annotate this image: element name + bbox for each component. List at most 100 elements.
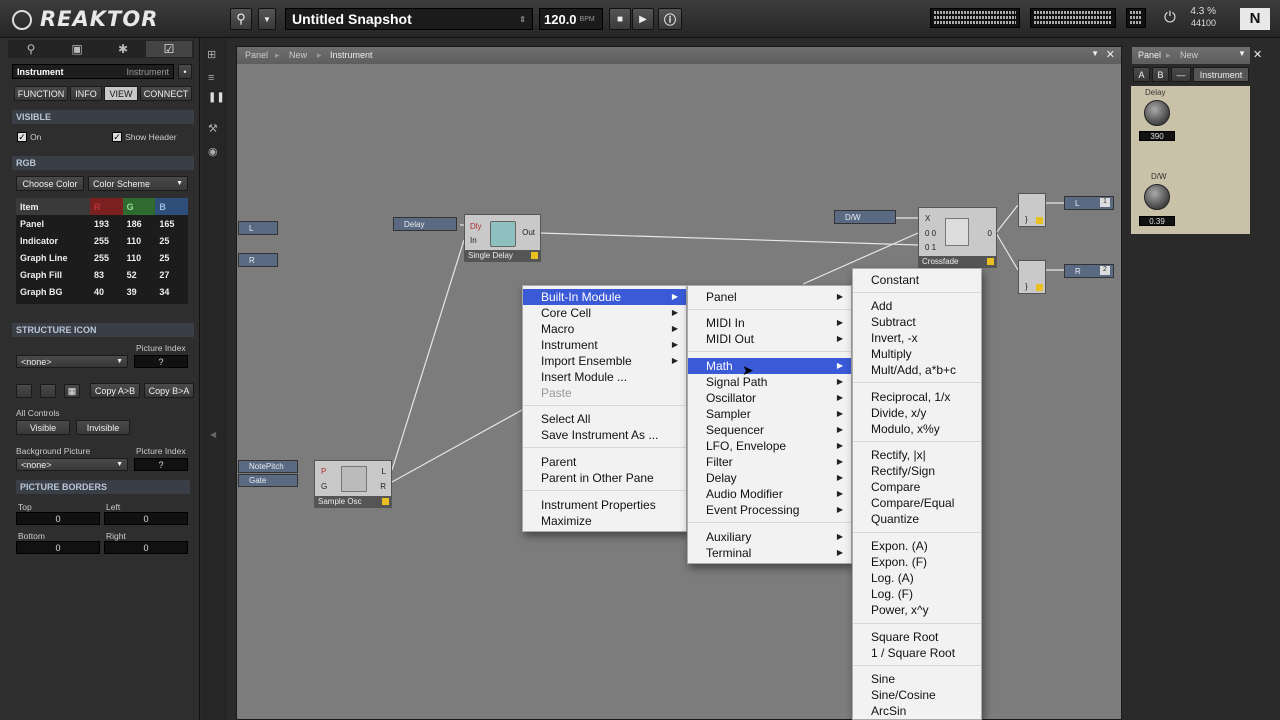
menu-item-expon-f[interactable]: Expon. (F) (853, 554, 981, 570)
submenu-arrow-icon: ▶ (836, 505, 843, 514)
menu-item-core-cell[interactable]: Core Cell ▶ (523, 305, 686, 321)
menu-item-label: Divide, x/y (871, 406, 927, 420)
menu-item-add[interactable]: Add (853, 298, 981, 314)
dw-knob[interactable] (1144, 184, 1170, 210)
chevron-down-icon[interactable]: ▼ (1238, 49, 1246, 58)
menu-item-lfo-envelope[interactable]: LFO, Envelope ▶ (688, 438, 851, 454)
menu-item-inverse-square-root[interactable]: 1 / Square Root (853, 645, 981, 661)
submenu-arrow-icon: ▶ (836, 457, 843, 466)
menu-item-compare-equal[interactable]: Compare/Equal (853, 495, 981, 511)
menu-item-terminal[interactable]: Terminal ▶ (688, 545, 851, 561)
submenu-arrow-icon: ▶ (836, 377, 843, 386)
menu-separator (853, 623, 981, 624)
menu-item-log-f[interactable]: Log. (F) (853, 586, 981, 602)
panel-close-icon[interactable]: ✕ (1253, 48, 1262, 61)
audio-in-l[interactable]: L (238, 221, 278, 235)
menu-item-constant[interactable]: Constant (853, 272, 981, 288)
panel-breadcrumb-panel[interactable]: Panel (1138, 50, 1161, 60)
menu-item-parent[interactable]: Parent (523, 454, 686, 470)
context-menu: Built-In Module ▶ Core Cell ▶ Macro ▶ Instr… (522, 285, 687, 532)
audio-voice-combiner-r[interactable]: } (1018, 260, 1046, 294)
panelset-a-button[interactable]: A (1133, 67, 1150, 82)
menu-item-audio-modifier[interactable]: Audio Modifier ▶ (688, 486, 851, 502)
menu-item-auxiliary[interactable]: Auxiliary ▶ (688, 529, 851, 545)
submenu-arrow-icon: ▶ (836, 334, 843, 343)
menu-separator (523, 405, 686, 406)
menu-item-log-a[interactable]: Log. (A) (853, 570, 981, 586)
menu-item-instrument[interactable]: Instrument ▶ (523, 337, 686, 353)
menu-item-label: Add (871, 299, 893, 313)
notepitch-module[interactable]: NotePitch (238, 460, 298, 473)
module-indicator (1036, 217, 1043, 224)
menu-item-macro[interactable]: Macro ▶ (523, 321, 686, 337)
menu-item-parent-other-pane[interactable]: Parent in Other Pane (523, 470, 686, 486)
panelset-b-button[interactable]: B (1152, 67, 1169, 82)
menu-item-instrument-properties[interactable]: Instrument Properties (523, 497, 686, 513)
instrument-header-button[interactable]: Instrument (1193, 67, 1249, 82)
port-label: NotePitch (249, 462, 284, 471)
crossfade-module[interactable]: X 0 0 0 1 0 Crossfade (918, 207, 997, 268)
menu-item-reciprocal[interactable]: Reciprocal, 1/x (853, 389, 981, 405)
combiner-symbol: } (1025, 215, 1028, 224)
panel-breadcrumb-new[interactable]: New (1180, 50, 1198, 60)
menu-item-modulo[interactable]: Modulo, x%y (853, 421, 981, 437)
sample-osc-module[interactable]: P G L R Sample Osc (314, 460, 392, 508)
menu-item-label: Audio Modifier (706, 487, 783, 501)
single-delay-module[interactable]: Dly In Out Single Delay (464, 214, 541, 262)
menu-item-select-all[interactable]: Select All (523, 411, 686, 427)
menu-item-rectify-sign[interactable]: Rectify/Sign (853, 463, 981, 479)
menu-item-multiply[interactable]: Multiply (853, 346, 981, 362)
menu-separator (853, 441, 981, 442)
audio-out-l[interactable]: L1 (1064, 196, 1114, 210)
audio-out-r[interactable]: R2 (1064, 264, 1114, 278)
port-label: R (1075, 266, 1081, 276)
menu-item-event-processing[interactable]: Event Processing ▶ (688, 502, 851, 518)
submenu-arrow-icon: ▶ (671, 292, 678, 301)
menu-item-power[interactable]: Power, x^y (853, 602, 981, 618)
menu-item-math[interactable]: Math ▶ (688, 358, 851, 374)
menu-item-midi-out[interactable]: MIDI Out ▶ (688, 331, 851, 347)
menu-item-quantize[interactable]: Quantize (853, 511, 981, 527)
menu-item-signal-path[interactable]: Signal Path ▶ (688, 374, 851, 390)
menu-item-import-ensemble[interactable]: Import Ensemble ▶ (523, 353, 686, 369)
menu-item-filter[interactable]: Filter ▶ (688, 454, 851, 470)
submenu-arrow-icon: ▶ (836, 548, 843, 557)
delay-knob[interactable] (1144, 100, 1170, 126)
menu-item-sequencer[interactable]: Sequencer ▶ (688, 422, 851, 438)
menu-item-compare[interactable]: Compare (853, 479, 981, 495)
menu-item-square-root[interactable]: Square Root (853, 629, 981, 645)
breadcrumb-separator: ▸ (1166, 50, 1171, 60)
menu-item-sine[interactable]: Sine (853, 671, 981, 687)
menu-item-arcsin[interactable]: ArcSin (853, 703, 981, 719)
menu-item-save-instrument-as[interactable]: Save Instrument As ... (523, 427, 686, 443)
menu-item-oscillator[interactable]: Oscillator ▶ (688, 390, 851, 406)
menu-item-midi-in[interactable]: MIDI In ▶ (688, 315, 851, 331)
menu-item-sine-cosine[interactable]: Sine/Cosine (853, 687, 981, 703)
menu-item-panel[interactable]: Panel ▶ (688, 289, 851, 305)
menu-item-label: Paste (541, 386, 572, 400)
menu-item-label: MIDI Out (706, 332, 755, 346)
panel-minimize-button[interactable]: — (1171, 67, 1191, 82)
menu-item-sampler[interactable]: Sampler ▶ (688, 406, 851, 422)
port-number: 1 (1100, 198, 1110, 207)
submenu-arrow-icon: ▶ (836, 473, 843, 482)
menu-item-subtract[interactable]: Subtract (853, 314, 981, 330)
menu-item-rectify[interactable]: Rectify, |x| (853, 447, 981, 463)
audio-voice-combiner-l[interactable]: } (1018, 193, 1046, 227)
audio-in-r[interactable]: R (238, 253, 278, 267)
port-label: Delay (404, 219, 425, 229)
menu-item-insert-module[interactable]: Insert Module ... (523, 369, 686, 385)
delay-knob-module[interactable]: Delay (393, 217, 457, 231)
builtin-module-submenu: Panel ▶ MIDI In ▶ MIDI Out ▶ Math ▶ Signal P… (687, 285, 852, 564)
port-number: 2 (1100, 266, 1110, 275)
menu-item-divide[interactable]: Divide, x/y (853, 405, 981, 421)
menu-item-invert[interactable]: Invert, -x (853, 330, 981, 346)
menu-item-delay[interactable]: Delay ▶ (688, 470, 851, 486)
gate-module[interactable]: Gate (238, 474, 298, 487)
menu-item-maximize[interactable]: Maximize (523, 513, 686, 529)
menu-item-built-in-module[interactable]: Built-In Module ▶ (523, 289, 686, 305)
dw-knob-module[interactable]: D/W (834, 210, 896, 224)
combiner-symbol: } (1025, 282, 1028, 291)
menu-item-mult-add[interactable]: Mult/Add, a*b+c (853, 362, 981, 378)
menu-item-expon-a[interactable]: Expon. (A) (853, 538, 981, 554)
